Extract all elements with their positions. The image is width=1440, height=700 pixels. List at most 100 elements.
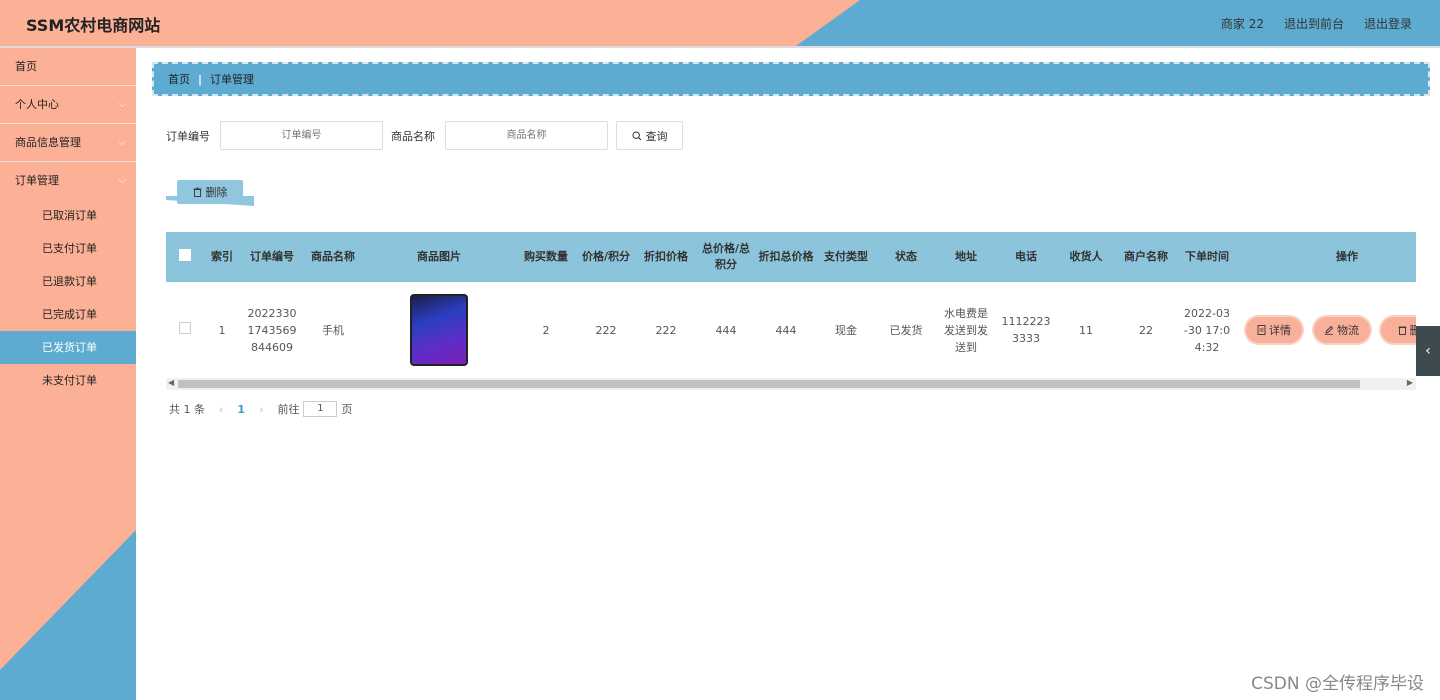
breadcrumb: 首页 | 订单管理	[152, 62, 1430, 96]
sidebar-subitem-completed[interactable]: 已完成订单	[0, 298, 136, 331]
top-header: SSM农村电商网站 商家 22 退出到前台 退出登录	[0, 0, 1440, 46]
cell-status: 已发货	[889, 323, 923, 337]
side-toggle-button[interactable]: ‹	[1416, 326, 1440, 376]
cell-pay-type: 现金	[835, 323, 857, 337]
column-header: 折扣总价格	[758, 250, 814, 263]
breadcrumb-separator: |	[198, 72, 203, 86]
query-button[interactable]: 查询	[616, 121, 683, 150]
delete-button-label: 删除	[205, 186, 228, 199]
sidebar-subitem-paid[interactable]: 已支付订单	[0, 232, 136, 265]
cell-order-no: 2022330 1743569 844609	[247, 306, 297, 354]
query-button-label: 查询	[645, 130, 668, 143]
edit-icon	[1325, 325, 1334, 335]
table-row: 1 2022330 1743569 844609 手机 2 222 222 44…	[166, 282, 1416, 378]
select-all-checkbox[interactable]	[179, 248, 191, 261]
orders-table: 索引 订单编号 商品名称 商品图片 购买数量 价格/积分 折扣价格 总价格/总积…	[166, 232, 1416, 378]
column-header: 折扣价格	[644, 250, 688, 263]
cell-total: 444	[715, 323, 737, 337]
watermark: CSDN @全传程序毕设	[1251, 674, 1424, 694]
total-count: 共 1 条	[169, 403, 205, 416]
header-shadow	[0, 46, 1440, 48]
detail-button-label: 详情	[1269, 323, 1291, 337]
sidebar-item-label: 商品信息管理	[15, 136, 81, 149]
cell-product-image	[362, 282, 516, 378]
product-name-label: 商品名称	[391, 129, 435, 143]
sidebar-item-label: 订单管理	[15, 174, 59, 187]
goto-page-input[interactable]: 1	[303, 401, 338, 417]
scroll-left-icon[interactable]: ◀	[168, 378, 174, 387]
scroll-right-icon[interactable]: ▶	[1407, 378, 1413, 387]
site-title: SSM农村电商网站	[26, 16, 161, 35]
cell-product: 手机	[322, 323, 344, 337]
order-no-label: 订单编号	[166, 129, 210, 143]
horizontal-scrollbar[interactable]: ◀ ▶	[166, 378, 1416, 390]
column-header: 地址	[955, 250, 977, 263]
order-no-input[interactable]	[220, 121, 383, 150]
cell-index: 1	[218, 323, 226, 337]
chevron-down-icon: ⌵	[118, 137, 126, 148]
trash-icon	[193, 187, 201, 197]
user-label: 商家 22	[1220, 17, 1264, 31]
product-name-input[interactable]	[445, 121, 608, 150]
next-page-icon[interactable]: ›	[259, 403, 263, 416]
detail-button[interactable]: 详情	[1246, 317, 1302, 343]
column-header: 价格/积分	[581, 250, 631, 263]
search-bar: 订单编号 商品名称 查询	[166, 121, 683, 150]
delete-area: 删除	[166, 180, 254, 208]
cell-discount-total: 444	[775, 323, 797, 337]
column-header: 商品名称	[311, 250, 355, 263]
goto-suffix: 页	[341, 403, 353, 416]
front-link[interactable]: 退出到前台	[1284, 15, 1344, 32]
column-header: 操作	[1336, 250, 1358, 263]
column-header: 下单时间	[1185, 250, 1229, 263]
breadcrumb-home[interactable]: 首页	[168, 71, 190, 87]
header-links: 商家 22 退出到前台 退出登录	[1221, 15, 1412, 32]
sidebar-accent	[0, 530, 136, 700]
cell-time: 2022-03 -30 17:0 4:32	[1183, 306, 1231, 354]
column-header: 电话	[1015, 250, 1037, 263]
trash-icon	[1398, 326, 1406, 335]
sidebar-item-orders[interactable]: 订单管理 ⌵	[0, 162, 136, 199]
sidebar-subitem-cancelled[interactable]: 已取消订单	[0, 199, 136, 232]
sidebar-item-profile[interactable]: 个人中心 ⌵	[0, 86, 136, 124]
sidebar: 首页 个人中心 ⌵ 商品信息管理 ⌵ 订单管理 ⌵ 已取消订单 已支付订单 已退…	[0, 48, 136, 700]
column-header: 支付类型	[824, 250, 868, 263]
delete-button[interactable]: 删除	[177, 180, 243, 204]
column-header: 总价格/总积分	[701, 242, 751, 271]
search-icon	[631, 130, 641, 140]
chevron-up-icon: ⌵	[118, 175, 126, 186]
cell-price: 222	[595, 323, 617, 337]
breadcrumb-current: 订单管理	[210, 73, 255, 86]
column-header: 收货人	[1069, 250, 1103, 263]
scrollbar-thumb[interactable]	[178, 380, 1360, 388]
cell-phone: 1112223 3333	[1001, 315, 1051, 345]
prev-page-icon[interactable]: ‹	[219, 403, 223, 416]
sidebar-subitem-refunded[interactable]: 已退款订单	[0, 265, 136, 298]
column-header: 索引	[211, 250, 233, 263]
logistics-button-label: 物流	[1337, 323, 1359, 337]
logout-link[interactable]: 退出登录	[1364, 15, 1412, 32]
sidebar-item-label: 个人中心	[15, 98, 59, 111]
cell-discount-price: 222	[655, 323, 677, 337]
cell-address: 水电费是 发送到发 送到	[944, 306, 988, 354]
sidebar-subitem-shipped[interactable]: 已发货订单	[0, 331, 136, 364]
column-header: 商户名称	[1124, 250, 1168, 263]
cell-receiver: 11	[1079, 323, 1093, 337]
row-checkbox[interactable]	[179, 321, 191, 334]
pagination: 共 1 条 ‹ 1 › 前往 1 页	[169, 401, 352, 417]
sidebar-subitem-unpaid[interactable]: 未支付订单	[0, 364, 136, 397]
sidebar-item-label: 首页	[15, 60, 37, 73]
chevron-left-icon: ‹	[1425, 343, 1431, 359]
sidebar-item-products[interactable]: 商品信息管理 ⌵	[0, 124, 136, 162]
current-page[interactable]: 1	[237, 403, 245, 416]
table-header-row: 索引 订单编号 商品名称 商品图片 购买数量 价格/积分 折扣价格 总价格/总积…	[166, 232, 1416, 282]
goto-prefix: 前往	[277, 403, 300, 416]
product-image[interactable]	[410, 294, 468, 366]
document-icon	[1257, 325, 1266, 335]
column-header: 购买数量	[524, 250, 568, 263]
row-select-cell	[166, 282, 204, 378]
sidebar-item-home[interactable]: 首页	[0, 48, 136, 86]
cell-actions: 详情 物流 删	[1238, 282, 1416, 378]
row-delete-button[interactable]: 删	[1381, 317, 1416, 343]
logistics-button[interactable]: 物流	[1313, 317, 1370, 343]
